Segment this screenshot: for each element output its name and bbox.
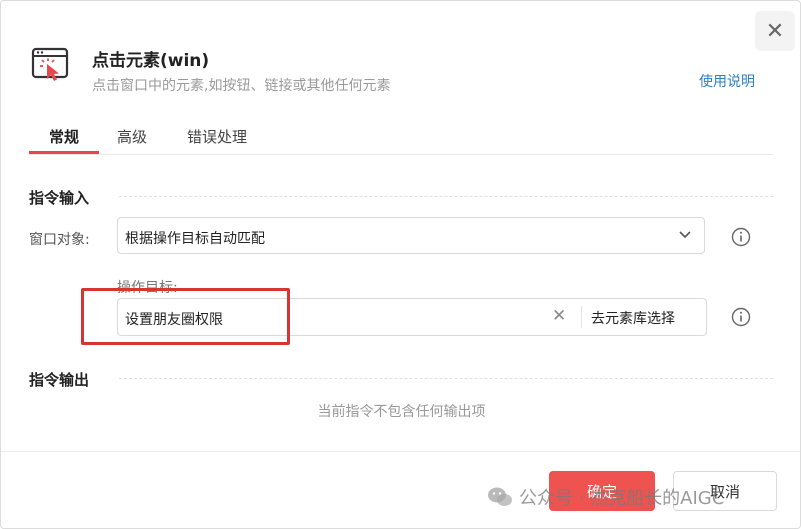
footer-divider xyxy=(1,451,800,452)
input-section-title: 指令输入 xyxy=(29,189,90,207)
click-element-icon xyxy=(31,47,69,81)
info-icon[interactable] xyxy=(731,227,751,247)
help-link[interactable]: 使用说明 xyxy=(699,71,755,91)
dialog: ✕ 点击元素(win) 点击窗口中的元素,如按钮、链接或其他任何元素 使用说明 … xyxy=(0,0,801,529)
wechat-icon xyxy=(488,487,512,506)
close-button[interactable]: ✕ xyxy=(755,11,795,51)
dialog-title: 点击元素(win) xyxy=(92,51,210,71)
section-divider xyxy=(119,196,773,197)
input-divider xyxy=(581,306,582,328)
close-icon: ✕ xyxy=(765,18,785,44)
element-library-button[interactable]: 去元素库选择 xyxy=(591,308,675,328)
clear-icon[interactable]: ✕ xyxy=(552,306,566,326)
window-object-value: 根据操作目标自动匹配 xyxy=(125,231,265,247)
watermark: 公众号 · 杰克船长的AIGC xyxy=(487,482,724,512)
output-section-title: 指令输出 xyxy=(29,371,90,389)
active-tab-indicator xyxy=(29,151,99,154)
window-object-select[interactable]: 根据操作目标自动匹配 xyxy=(117,217,705,254)
chevron-down-icon xyxy=(679,231,691,239)
tab-bar: 常规 高级 错误处理 xyxy=(29,121,773,155)
section-divider xyxy=(119,378,773,379)
empty-output-text: 当前指令不包含任何输出项 xyxy=(317,404,486,420)
watermark-text: 公众号 · 杰克船长的AIGC xyxy=(519,488,725,509)
tab-advanced[interactable]: 高级 xyxy=(117,126,147,147)
annotation-highlight-box xyxy=(81,288,290,345)
info-icon[interactable] xyxy=(731,307,751,327)
window-object-label: 窗口对象: xyxy=(29,232,90,248)
tab-general[interactable]: 常规 xyxy=(49,126,79,147)
dialog-subtitle: 点击窗口中的元素,如按钮、链接或其他任何元素 xyxy=(92,78,391,94)
tab-error-handling[interactable]: 错误处理 xyxy=(187,126,247,147)
